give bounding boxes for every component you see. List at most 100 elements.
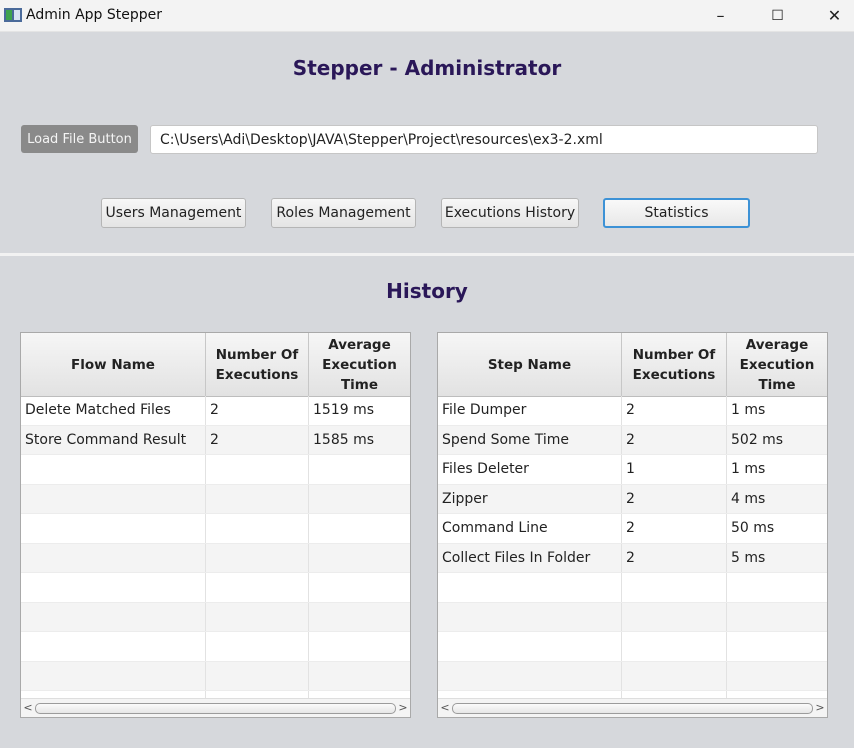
- table-cell: [309, 573, 410, 602]
- scroll-thumb[interactable]: [35, 703, 396, 714]
- table-cell: 2: [622, 425, 727, 454]
- table-cell: [727, 573, 827, 602]
- table-row[interactable]: Collect Files In Folder 2 5 ms: [438, 543, 827, 573]
- column-header-number-of-executions[interactable]: Number Of Executions: [622, 333, 727, 396]
- scroll-right-icon[interactable]: >: [813, 700, 827, 716]
- table-cell: [206, 484, 309, 513]
- page-title: Stepper - Administrator: [292, 56, 562, 80]
- column-header-flow-name[interactable]: Flow Name: [21, 333, 206, 396]
- table-row[interactable]: [438, 661, 827, 691]
- table-cell: [438, 602, 622, 631]
- scroll-left-icon[interactable]: <: [21, 700, 35, 716]
- table-cell: [21, 632, 206, 661]
- section-divider: [0, 253, 854, 256]
- table-cell: 2: [622, 543, 727, 572]
- table-row[interactable]: [21, 455, 410, 485]
- table-row[interactable]: [438, 632, 827, 662]
- table-cell: 4 ms: [731, 490, 766, 507]
- load-file-button[interactable]: Load File Button: [21, 125, 138, 153]
- table-cell: [21, 484, 206, 513]
- maximize-button[interactable]: ☐: [749, 0, 806, 31]
- table-cell: 1 ms: [731, 402, 766, 419]
- table-cell: [727, 632, 827, 661]
- table-cell: [206, 661, 309, 690]
- table-cell: [21, 514, 206, 543]
- table-cell: [622, 573, 727, 602]
- statistics-button[interactable]: Statistics: [603, 198, 750, 228]
- table-cell: [21, 543, 206, 572]
- column-header-average-execution-time[interactable]: Average Execution Time: [309, 333, 410, 396]
- table-row[interactable]: [21, 543, 410, 573]
- table-cell: Files Deleter: [438, 455, 622, 484]
- table-row[interactable]: Spend Some Time 2 502 ms: [438, 425, 827, 455]
- scroll-thumb[interactable]: [452, 703, 813, 714]
- column-header-number-of-executions[interactable]: Number Of Executions: [206, 333, 309, 396]
- table-row[interactable]: Command Line 2 50 ms: [438, 514, 827, 544]
- table-cell: [21, 602, 206, 631]
- table-cell: [206, 632, 309, 661]
- table-row[interactable]: Store Command Result 2 1585 ms: [21, 425, 410, 455]
- table-row[interactable]: Zipper 2 4 ms: [438, 484, 827, 514]
- table-cell: [622, 661, 727, 690]
- table-cell: [727, 662, 827, 691]
- table-row[interactable]: [21, 573, 410, 603]
- table-row[interactable]: Delete Matched Files 2 1519 ms: [21, 396, 410, 426]
- app-icon: [4, 8, 22, 22]
- step-statistics-table[interactable]: Step Name Number Of Executions Average E…: [437, 332, 828, 718]
- horizontal-scrollbar[interactable]: < >: [438, 698, 827, 717]
- table-cell: 5 ms: [731, 549, 766, 566]
- table-body: Delete Matched Files 2 1519 ms Store Comman…: [21, 396, 410, 699]
- table-cell: 2: [622, 514, 727, 543]
- horizontal-scrollbar[interactable]: < >: [21, 698, 410, 717]
- section-title: History: [386, 279, 468, 303]
- table-cell: [309, 662, 410, 691]
- table-cell: [206, 455, 309, 484]
- scroll-left-icon[interactable]: <: [438, 700, 452, 716]
- table-row[interactable]: Files Deleter 1 1 ms: [438, 455, 827, 485]
- table-row[interactable]: [21, 661, 410, 691]
- table-row[interactable]: [438, 602, 827, 632]
- table-cell: [206, 573, 309, 602]
- window-title: Admin App Stepper: [26, 7, 163, 23]
- table-cell: [438, 573, 622, 602]
- table-cell: Command Line: [438, 514, 622, 543]
- table-cell: 1 ms: [731, 461, 766, 478]
- table-cell: [206, 602, 309, 631]
- table-row[interactable]: File Dumper 2 1 ms: [438, 396, 827, 426]
- table-cell: File Dumper: [438, 396, 622, 425]
- table-row[interactable]: [21, 514, 410, 544]
- column-header-step-name[interactable]: Step Name: [438, 333, 622, 396]
- table-cell: [21, 573, 206, 602]
- table-cell: [21, 455, 206, 484]
- table-row[interactable]: [21, 632, 410, 662]
- table-row[interactable]: [21, 484, 410, 514]
- table-cell: [309, 632, 410, 661]
- table-cell: 2: [622, 396, 727, 425]
- maximize-icon: ☐: [771, 7, 784, 24]
- table-cell: [438, 632, 622, 661]
- roles-management-button[interactable]: Roles Management: [271, 198, 416, 228]
- table-header: Step Name Number Of Executions Average E…: [438, 333, 827, 397]
- file-path-field[interactable]: [150, 125, 818, 154]
- minimize-button[interactable]: –: [692, 0, 749, 31]
- scroll-right-icon[interactable]: >: [396, 700, 410, 716]
- table-cell: [622, 632, 727, 661]
- table-cell: 502 ms: [731, 431, 784, 448]
- table-row[interactable]: [21, 602, 410, 632]
- flow-statistics-table[interactable]: Flow Name Number Of Executions Average E…: [20, 332, 411, 718]
- table-cell: 1519 ms: [313, 402, 375, 419]
- executions-history-button[interactable]: Executions History: [441, 198, 579, 228]
- table-cell: [309, 544, 410, 573]
- table-cell: Spend Some Time: [438, 425, 622, 454]
- table-cell: Store Command Result: [21, 425, 206, 454]
- table-cell: [206, 543, 309, 572]
- close-icon: ✕: [827, 6, 842, 25]
- table-cell: 2: [206, 425, 309, 454]
- close-button[interactable]: ✕: [806, 0, 854, 31]
- column-header-average-execution-time[interactable]: Average Execution Time: [727, 333, 827, 396]
- users-management-button[interactable]: Users Management: [101, 198, 246, 228]
- table-cell: [622, 602, 727, 631]
- table-cell: 1: [622, 455, 727, 484]
- table-cell: [309, 603, 410, 632]
- table-row[interactable]: [438, 573, 827, 603]
